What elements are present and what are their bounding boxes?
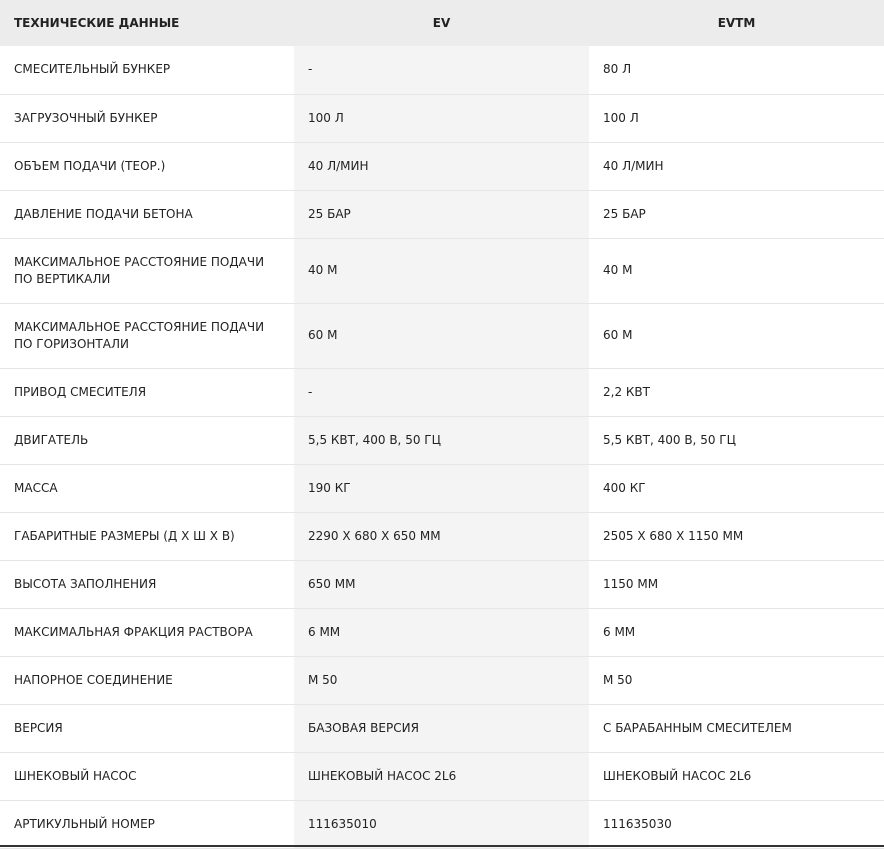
evtm-value: 111635030 bbox=[603, 816, 672, 831]
ev-value: M 50 bbox=[294, 656, 589, 704]
param-name: МАССА bbox=[14, 480, 58, 495]
param-name: МАКСИМАЛЬНАЯ ФРАКЦИЯ РАСТВОРА bbox=[14, 624, 253, 639]
table-body: СМЕСИТЕЛЬНЫЙ БУНКЕР - 80 Л ЗАГРУЗОЧНЫЙ Б… bbox=[0, 46, 884, 848]
ev-value: - bbox=[294, 46, 589, 94]
ev-value: БАЗОВАЯ ВЕРСИЯ bbox=[294, 704, 589, 752]
ev-value: 40 М bbox=[294, 238, 589, 303]
table-row: ВЫСОТА ЗАПОЛНЕНИЯ 650 ММ 1150 ММ bbox=[0, 560, 884, 608]
table-row: МАКСИМАЛЬНОЕ РАССТОЯНИЕ ПОДАЧИ ПО ГОРИЗО… bbox=[0, 303, 884, 368]
param-name: СМЕСИТЕЛЬНЫЙ БУНКЕР bbox=[14, 62, 171, 77]
evtm-value: 400 КГ bbox=[603, 480, 646, 495]
param-name: ШНЕКОВЫЙ НАСОС bbox=[14, 768, 137, 783]
evtm-value: ШНЕКОВЫЙ НАСОС 2L6 bbox=[603, 768, 752, 783]
evtm-value: С БАРАБАННЫМ СМЕСИТЕЛЕМ bbox=[603, 720, 792, 735]
header-tech-data: ТЕХНИЧЕСКИЕ ДАННЫЕ bbox=[14, 16, 180, 30]
ev-value: 6 ММ bbox=[294, 608, 589, 656]
evtm-value: 100 Л bbox=[603, 110, 639, 125]
ev-value: 5,5 КВТ, 400 В, 50 ГЦ bbox=[294, 416, 589, 464]
ev-value: 650 ММ bbox=[294, 560, 589, 608]
table-row: НАПОРНОЕ СОЕДИНЕНИЕ M 50 M 50 bbox=[0, 656, 884, 704]
ev-value: 111635010 bbox=[294, 800, 589, 848]
ev-value: 2290 Х 680 Х 650 ММ bbox=[294, 512, 589, 560]
evtm-value: 1150 ММ bbox=[603, 576, 659, 591]
ev-value: 40 Л/МИН bbox=[294, 142, 589, 190]
evtm-value: 40 Л/МИН bbox=[603, 158, 664, 173]
header-row: ТЕХНИЧЕСКИЕ ДАННЫЕ EV EVTM bbox=[0, 0, 884, 46]
table-row: ГАБАРИТНЫЕ РАЗМЕРЫ (Д Х Ш Х В) 2290 Х 68… bbox=[0, 512, 884, 560]
evtm-value: 25 БАР bbox=[603, 206, 646, 221]
ev-value: 25 БАР bbox=[294, 190, 589, 238]
table-row: ЗАГРУЗОЧНЫЙ БУНКЕР 100 Л 100 Л bbox=[0, 94, 884, 142]
ev-value: 100 Л bbox=[294, 94, 589, 142]
table-row: ДВИГАТЕЛЬ 5,5 КВТ, 400 В, 50 ГЦ 5,5 КВТ,… bbox=[0, 416, 884, 464]
specs-table: ТЕХНИЧЕСКИЕ ДАННЫЕ EV EVTM СМЕСИТЕЛЬНЫЙ … bbox=[0, 0, 884, 849]
table-row: ВЕРСИЯ БАЗОВАЯ ВЕРСИЯ С БАРАБАННЫМ СМЕСИ… bbox=[0, 704, 884, 752]
table-row: МАССА 190 КГ 400 КГ bbox=[0, 464, 884, 512]
param-name: ОБЪЕМ ПОДАЧИ (ТЕОР.) bbox=[14, 158, 166, 173]
evtm-value: 80 Л bbox=[603, 62, 632, 77]
param-name: ДАВЛЕНИЕ ПОДАЧИ БЕТОНА bbox=[14, 206, 193, 221]
param-name: АРТИКУЛЬНЫЙ НОМЕР bbox=[14, 816, 155, 831]
ev-value: 60 М bbox=[294, 303, 589, 368]
param-name: ПРИВОД СМЕСИТЕЛЯ bbox=[14, 384, 147, 399]
table-row: СМЕСИТЕЛЬНЫЙ БУНКЕР - 80 Л bbox=[0, 46, 884, 94]
evtm-value: 2505 Х 680 Х 1150 ММ bbox=[603, 528, 744, 543]
param-name: НАПОРНОЕ СОЕДИНЕНИЕ bbox=[14, 672, 173, 687]
evtm-value: 40 М bbox=[603, 263, 633, 277]
param-name: ГАБАРИТНЫЕ РАЗМЕРЫ (Д Х Ш Х В) bbox=[14, 528, 235, 543]
evtm-value: 6 ММ bbox=[603, 624, 636, 639]
table-row: МАКСИМАЛЬНАЯ ФРАКЦИЯ РАСТВОРА 6 ММ 6 ММ bbox=[0, 608, 884, 656]
param-name: ВЫСОТА ЗАПОЛНЕНИЯ bbox=[14, 576, 157, 591]
table-row: ОБЪЕМ ПОДАЧИ (ТЕОР.) 40 Л/МИН 40 Л/МИН bbox=[0, 142, 884, 190]
table-row: ДАВЛЕНИЕ ПОДАЧИ БЕТОНА 25 БАР 25 БАР bbox=[0, 190, 884, 238]
evtm-value: 60 М bbox=[603, 328, 633, 342]
evtm-value: 5,5 КВТ, 400 В, 50 ГЦ bbox=[603, 432, 736, 447]
param-name: МАКСИМАЛЬНОЕ РАССТОЯНИЕ ПОДАЧИ ПО ВЕРТИК… bbox=[14, 254, 265, 286]
param-name: ДВИГАТЕЛЬ bbox=[14, 432, 89, 447]
table-row: АРТИКУЛЬНЫЙ НОМЕР 111635010 111635030 bbox=[0, 800, 884, 848]
header-evtm: EVTM bbox=[717, 16, 756, 30]
table-row: МАКСИМАЛЬНОЕ РАССТОЯНИЕ ПОДАЧИ ПО ВЕРТИК… bbox=[0, 238, 884, 303]
table-row: ПРИВОД СМЕСИТЕЛЯ - 2,2 КВТ bbox=[0, 368, 884, 416]
ev-value: 190 КГ bbox=[294, 464, 589, 512]
evtm-value: M 50 bbox=[603, 672, 633, 687]
ev-value: ШНЕКОВЫЙ НАСОС 2L6 bbox=[294, 752, 589, 800]
ev-value: - bbox=[294, 368, 589, 416]
param-name: ЗАГРУЗОЧНЫЙ БУНКЕР bbox=[14, 110, 158, 125]
table-header: ТЕХНИЧЕСКИЕ ДАННЫЕ EV EVTM bbox=[0, 0, 884, 46]
table-row: ШНЕКОВЫЙ НАСОС ШНЕКОВЫЙ НАСОС 2L6 ШНЕКОВ… bbox=[0, 752, 884, 800]
param-name: МАКСИМАЛЬНОЕ РАССТОЯНИЕ ПОДАЧИ ПО ГОРИЗО… bbox=[14, 319, 265, 351]
param-name: ВЕРСИЯ bbox=[14, 720, 63, 735]
header-ev: EV bbox=[432, 16, 451, 30]
evtm-value: 2,2 КВТ bbox=[603, 384, 650, 399]
